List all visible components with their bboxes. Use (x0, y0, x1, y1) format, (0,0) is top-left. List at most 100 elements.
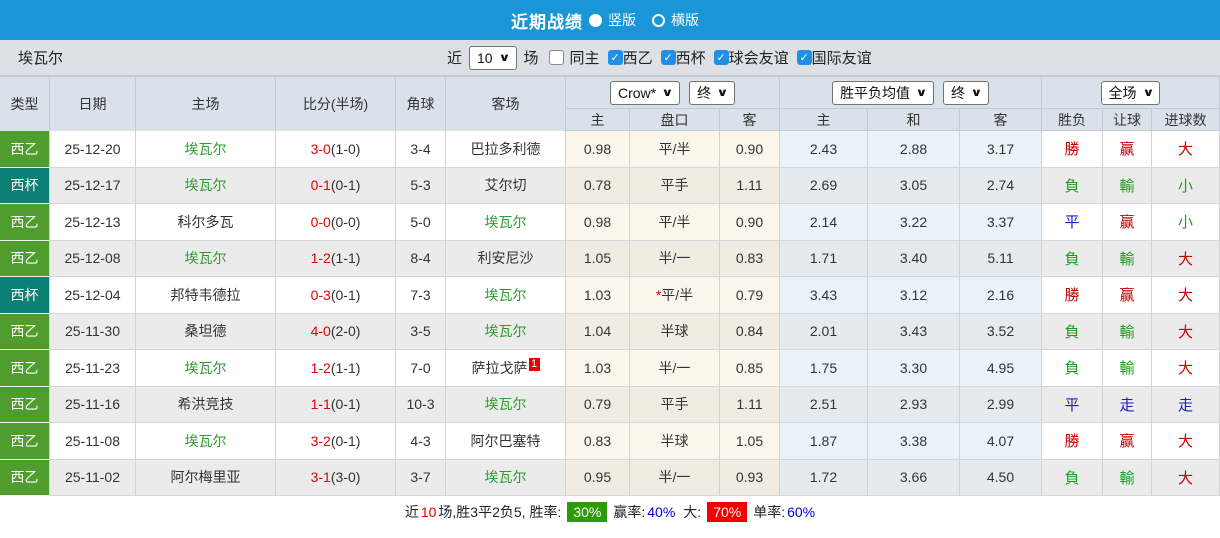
home-team-cell: 邦特韦德拉 (136, 277, 276, 314)
subcol-result-goals: 进球数 (1152, 108, 1220, 131)
scope-value: 全场 (1108, 84, 1137, 101)
vertical-layout-radio-icon[interactable] (589, 13, 602, 27)
avg-away-odds-cell: 5.11 (960, 240, 1042, 277)
horizontal-layout-radio-icon[interactable] (652, 13, 665, 27)
home-team-cell: 埃瓦尔 (136, 423, 276, 460)
match-row: 西乙 25-11-08 埃瓦尔 3-2(0-1) 4-3 阿尔巴塞特 0.83 半球 1.05 1… (0, 423, 1220, 460)
competition-type-badge: 西乙 (0, 240, 50, 277)
avg-away-odds-cell: 2.74 (960, 167, 1042, 204)
match-row: 西杯 25-12-04 邦特韦德拉 0-3(0-1) 7-3 埃瓦尔 1.03 *平/半 0.7… (0, 277, 1220, 314)
odds-home-cell: 0.83 (566, 423, 630, 460)
score-cell: 3-1(3-0) (276, 459, 396, 496)
result-wdl-cell: 負 (1042, 313, 1103, 350)
subcol-avg-away: 客 (960, 108, 1042, 131)
fulltime-score: 3-2 (310, 432, 331, 449)
team-name: 埃瓦尔 (18, 50, 64, 67)
avg-home-odds-cell: 1.87 (780, 423, 868, 460)
odds-home-cell: 0.98 (566, 131, 630, 168)
result-wdl-cell: 勝 (1042, 131, 1103, 168)
away-team-cell: 艾尔切 (446, 167, 566, 204)
fulltime-score: 0-1 (310, 177, 331, 194)
handicap-cell: 半/一 (630, 350, 720, 387)
odds-home-cell: 0.95 (566, 459, 630, 496)
result-handicap-cell: 赢 (1103, 277, 1152, 314)
away-team-name: 艾尔切 (484, 177, 527, 194)
checkbox-label[interactable]: 西杯 (676, 47, 706, 68)
result-wdl-cell: 負 (1042, 167, 1103, 204)
fulltime-score: 0-0 (310, 213, 331, 230)
handicap-cell: *平/半 (630, 277, 720, 314)
result-goals-cell: 大 (1152, 459, 1220, 496)
avg-home-odds-cell: 1.72 (780, 459, 868, 496)
home-team-cell: 桑坦德 (136, 313, 276, 350)
avg-home-odds-cell: 2.14 (780, 204, 868, 241)
halftime-score: (1-0) (330, 140, 361, 157)
chevron-down-icon: ∨ (661, 87, 674, 99)
checkbox-checked-icon[interactable]: ✓ (796, 50, 812, 65)
handicap-value: 平手 (660, 396, 689, 413)
checkbox-unchecked-icon[interactable] (548, 50, 564, 65)
scope-select[interactable]: 全场 ∨ (1100, 80, 1161, 105)
horizontal-layout-label[interactable]: 横版 (671, 10, 699, 30)
avg-away-odds-cell: 3.17 (960, 131, 1042, 168)
score-cell: 3-0(1-0) (276, 131, 396, 168)
match-date-cell: 25-11-30 (50, 313, 136, 350)
result-goals-cell: 大 (1152, 423, 1220, 460)
checkbox-label[interactable]: 西乙 (623, 47, 653, 68)
summary-bar: 近 10 场,胜3平2负5, 胜率: 30% 赢率: 40% 大: 70% 单率: 60… (0, 496, 1220, 528)
subcol-odds-home: 主 (566, 108, 630, 131)
away-team-cell: 萨拉戈萨 1 (446, 350, 566, 387)
odds-home-cell: 1.03 (566, 277, 630, 314)
competition-type-badge: 西乙 (0, 204, 50, 241)
avg-stage-select[interactable]: 终 ∨ (943, 80, 989, 105)
checkbox-label[interactable]: 球会友谊 (729, 47, 789, 68)
match-date-cell: 25-12-04 (50, 277, 136, 314)
chevron-down-icon: ∨ (1141, 87, 1155, 99)
col-header-home: 主场 (136, 76, 276, 131)
match-row: 西乙 25-12-08 埃瓦尔 1-2(1-1) 8-4 利安尼沙 1.05 半/一 0.83 1… (0, 240, 1220, 277)
score-cell: 1-1(0-1) (276, 386, 396, 423)
subcol-odds-handicap: 盘口 (630, 108, 720, 131)
result-handicap-cell: 輸 (1103, 240, 1152, 277)
score-cell: 0-3(0-1) (276, 277, 396, 314)
fulltime-score: 1-1 (310, 396, 331, 413)
home-team-cell: 埃瓦尔 (136, 131, 276, 168)
result-goals-cell: 大 (1152, 277, 1220, 314)
avg-draw-odds-cell: 3.12 (868, 277, 960, 314)
big-label: 大: (683, 504, 702, 520)
away-team-cell: 埃瓦尔 (446, 313, 566, 350)
avg-draw-odds-cell: 3.66 (868, 459, 960, 496)
handicap-cell: 平手 (630, 386, 720, 423)
handicap-value: 平/半 (661, 286, 694, 303)
checkbox-checked-icon[interactable]: ✓ (713, 50, 729, 65)
away-team-name: 埃瓦尔 (484, 469, 527, 486)
avg-away-odds-cell: 4.07 (960, 423, 1042, 460)
subcol-odds-away: 客 (720, 108, 780, 131)
recent-count-select[interactable]: 10 ∨ (469, 45, 517, 70)
handicap-cell: 平/半 (630, 131, 720, 168)
chevron-down-icon: ∨ (915, 87, 928, 99)
halftime-score: (1-1) (330, 359, 361, 376)
handicap-value: 半/一 (658, 359, 691, 376)
checkbox-label[interactable]: 国际友谊 (812, 47, 872, 68)
away-team-cell: 埃瓦尔 (446, 204, 566, 241)
recent-count-value: 10 (477, 49, 493, 66)
odds-provider-select[interactable]: Crow* ∨ (610, 80, 681, 105)
odds-away-cell: 0.85 (720, 350, 780, 387)
checkbox-checked-icon[interactable]: ✓ (660, 50, 676, 65)
avg-draw-odds-cell: 3.22 (868, 204, 960, 241)
halftime-score: (0-1) (330, 286, 361, 303)
checkbox-label[interactable]: 同主 (570, 47, 600, 68)
avg-type-select[interactable]: 胜平负均值 ∨ (832, 80, 934, 105)
odds-stage-select[interactable]: 终 ∨ (689, 80, 735, 105)
home-team-cell: 埃瓦尔 (136, 240, 276, 277)
halftime-score: (1-1) (330, 250, 361, 267)
win-odds-label: 赢率: (613, 504, 646, 520)
vertical-layout-label[interactable]: 竖版 (608, 10, 636, 30)
col-header-date: 日期 (50, 76, 136, 131)
away-team-cell: 利安尼沙 (446, 240, 566, 277)
competition-type-badge: 西乙 (0, 423, 50, 460)
checkbox-checked-icon[interactable]: ✓ (607, 50, 623, 65)
avg-draw-odds-cell: 3.30 (868, 350, 960, 387)
handicap-value: 半/一 (658, 469, 691, 486)
